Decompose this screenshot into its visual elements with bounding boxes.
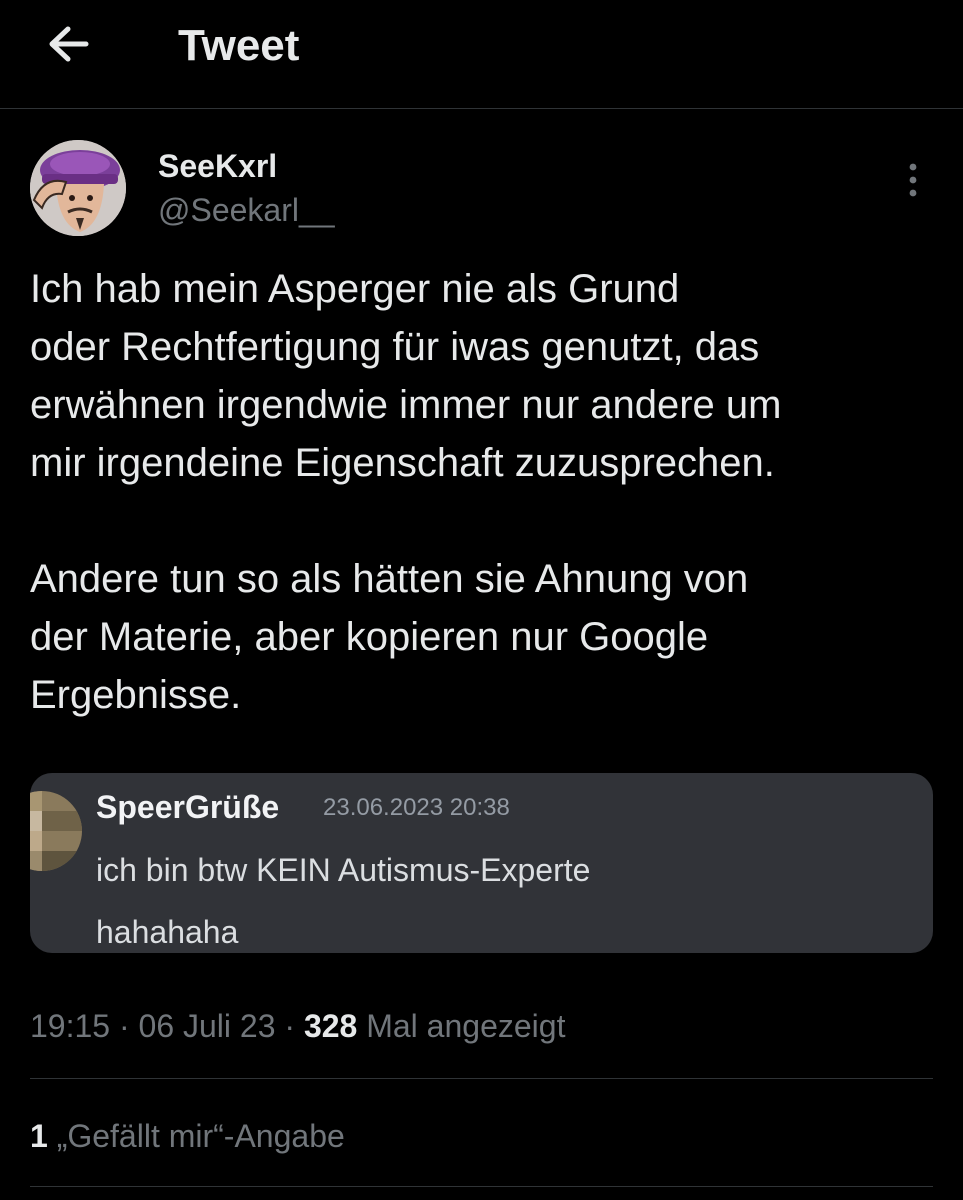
meta-separator: · [284,1008,296,1044]
views-label: Mal angezeigt [366,1008,566,1044]
divider [30,1186,933,1187]
likes-label: „Gefällt mir“-Angabe [56,1118,345,1154]
author-avatar[interactable] [30,140,126,236]
arrow-left-icon [49,26,89,62]
more-options-button[interactable] [896,160,930,200]
tweet-date[interactable]: 06 Juli 23 [139,1008,276,1044]
top-bar: Tweet [0,0,963,109]
likes-count-link[interactable]: 1 „Gefällt mir“-Angabe [30,1116,345,1156]
embedded-message: ich bin btw KEIN Autismus-Experte hahaha… [96,839,590,953]
embedded-screenshot[interactable]: SpeerGrüße 23.06.2023 20:38 ich bin btw … [30,773,933,953]
page-title: Tweet [178,21,300,70]
embedded-message-line: ich bin btw KEIN Autismus-Experte [96,852,591,888]
more-vertical-icon [909,163,917,197]
author-handle[interactable]: @Seekarl__ [158,190,335,230]
embedded-user-avatar [30,791,82,871]
avatar-pixelated-icon [30,791,82,871]
views-count: 328 [303,1008,358,1044]
embedded-message-line: hahahaha [96,914,239,950]
tweet-time[interactable]: 19:15 [30,1008,110,1044]
tweet-text: Ich hab mein Asperger nie als Grund oder… [30,260,940,724]
tweet-meta: 19:15 · 06 Juli 23 · 328 Mal angezeigt [30,1006,565,1046]
tweet-paragraph: Andere tun so als hätten sie Ahnung von … [30,557,749,717]
divider [30,1078,933,1079]
embedded-username: SpeerGrüße [96,789,280,825]
author-name[interactable]: SeeKxrl [158,146,277,186]
avatar-cartoon-icon [30,140,126,236]
meta-separator: · [118,1008,130,1044]
back-button[interactable] [40,20,96,68]
tweet-paragraph: Ich hab mein Asperger nie als Grund oder… [30,267,782,485]
likes-count: 1 [30,1118,48,1154]
embedded-timestamp: 23.06.2023 20:38 [323,794,510,821]
